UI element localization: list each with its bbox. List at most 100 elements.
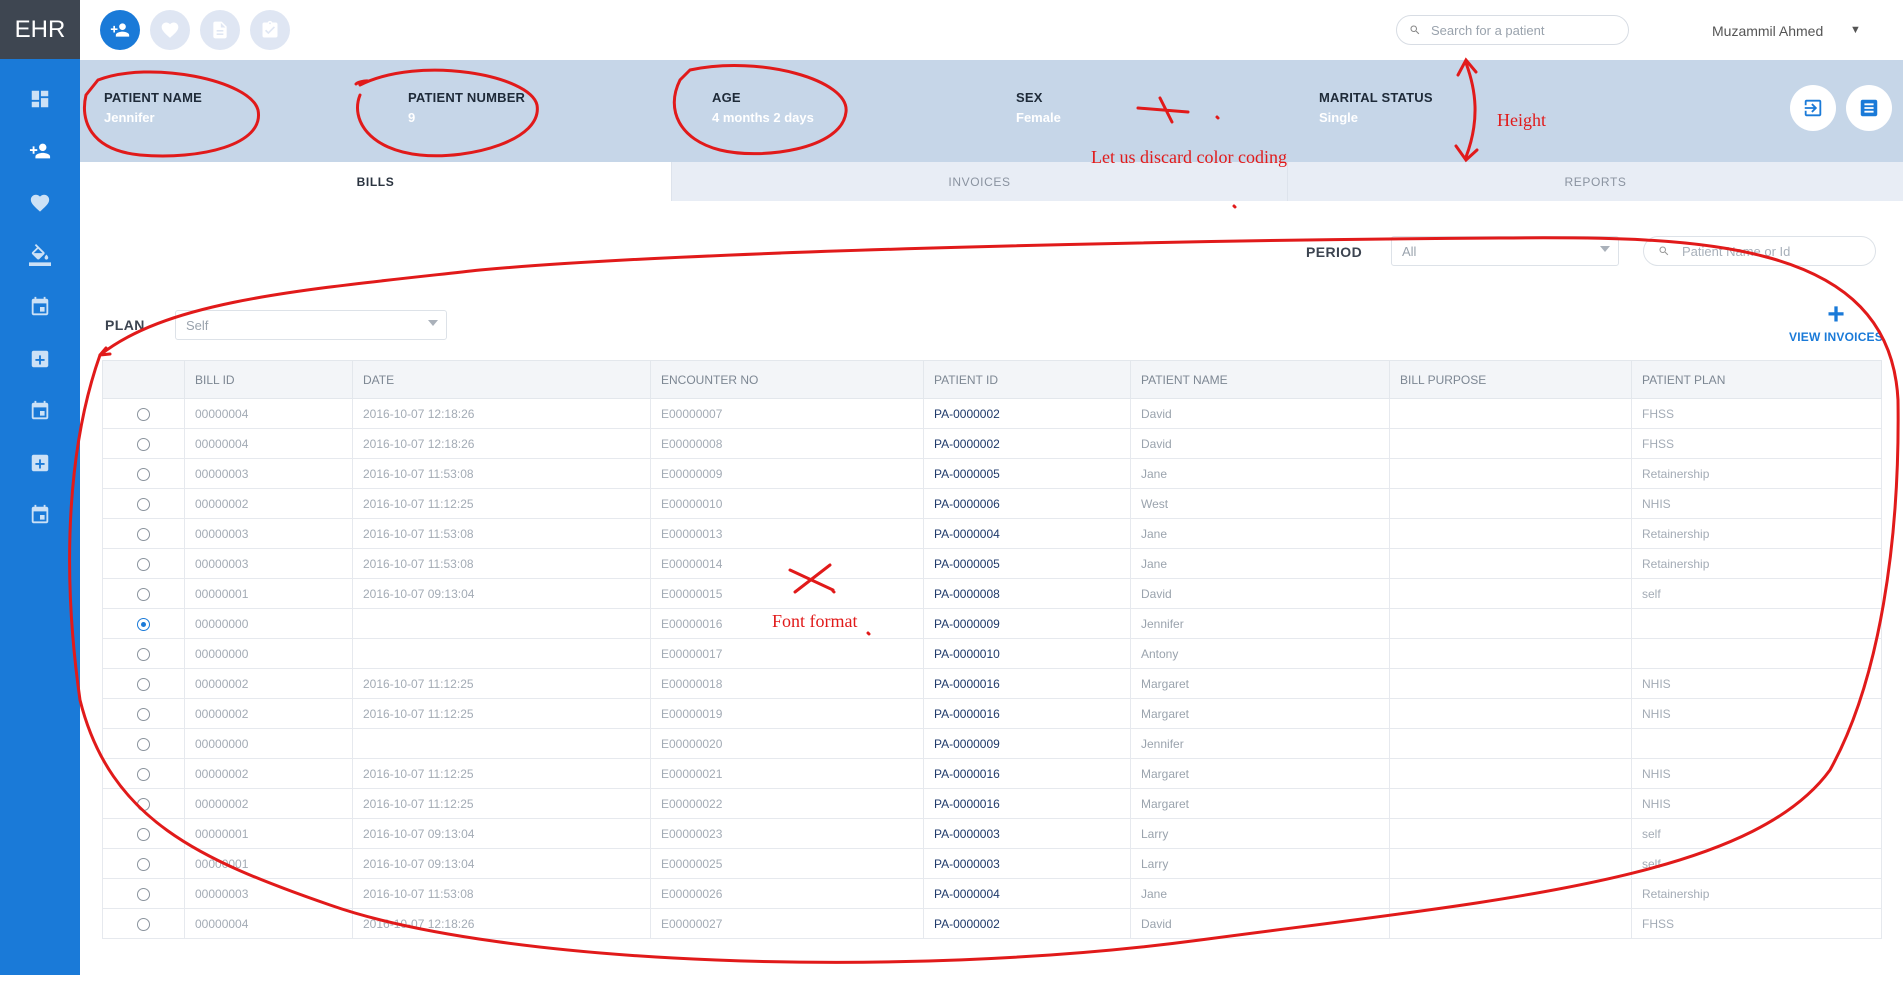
table-row[interactable]: 00000003 2016-10-07 11:53:08 E00000026 PA-0… (102, 878, 1882, 909)
view-invoices-button[interactable]: + VIEW INVOICES (1788, 300, 1884, 345)
patient-plan-cell: NHIS (1631, 668, 1882, 699)
table-row[interactable]: 00000002 2016-10-07 11:12:25 E00000010 PA-0… (102, 488, 1882, 519)
table-row[interactable]: 00000000 E00000016 PA-0000009 Jennifer (102, 608, 1882, 639)
sidebar-item-hospital-2[interactable] (0, 437, 80, 489)
table-row[interactable]: 00000000 E00000017 PA-0000010 Antony (102, 638, 1882, 669)
column-header[interactable]: PATIENT NAME (1130, 360, 1390, 399)
column-header[interactable]: BILL ID (184, 360, 353, 399)
patient-name-cell: David (1130, 578, 1390, 609)
table-row[interactable]: 00000004 2016-10-07 12:18:26 E00000027 PA-0… (102, 908, 1882, 939)
patient-id-cell: PA-0000005 (923, 548, 1131, 579)
table-row[interactable]: 00000001 2016-10-07 09:13:04 E00000025 PA-0… (102, 848, 1882, 879)
period-select[interactable]: All (1391, 236, 1619, 266)
chevron-down-icon (1600, 246, 1610, 252)
row-select-radio[interactable] (137, 767, 150, 781)
row-select-radio[interactable] (137, 857, 150, 871)
plan-select[interactable]: Self (175, 310, 447, 340)
table-row[interactable]: 00000003 2016-10-07 11:53:08 E00000013 PA-0… (102, 518, 1882, 549)
table-row[interactable]: 00000004 2016-10-07 12:18:26 E00000008 PA-0… (102, 428, 1882, 459)
table-row[interactable]: 00000003 2016-10-07 11:53:08 E00000009 PA-0… (102, 458, 1882, 489)
row-select-radio[interactable] (137, 467, 150, 481)
column-header-select (102, 360, 185, 399)
row-select-radio[interactable] (137, 617, 150, 631)
sidebar-item-calendar-2[interactable] (0, 385, 80, 437)
add-patient-icon (110, 23, 130, 37)
encounter-cell: E00000009 (650, 458, 924, 489)
column-header[interactable]: ENCOUNTER NO (650, 360, 924, 399)
table-row[interactable]: 00000002 2016-10-07 11:12:25 E00000019 PA-0… (102, 698, 1882, 729)
sidebar-item-add-patient[interactable] (0, 125, 80, 177)
row-select-radio[interactable] (137, 887, 150, 901)
column-header[interactable]: DATE (352, 360, 651, 399)
row-select-cell (102, 668, 185, 699)
sidebar-item-dashboard[interactable] (0, 73, 80, 125)
table-row[interactable]: 00000003 2016-10-07 11:53:08 E00000014 PA-0… (102, 548, 1882, 579)
bill-id-cell: 00000003 (184, 878, 353, 909)
document-button[interactable] (200, 10, 240, 50)
patient-name-search[interactable] (1643, 236, 1876, 266)
tab-bills[interactable]: BILLS (80, 162, 671, 201)
row-select-radio[interactable] (137, 797, 150, 811)
row-select-radio[interactable] (137, 407, 150, 421)
tab-reports[interactable]: REPORTS (1287, 162, 1903, 201)
patient-id-cell: PA-0000016 (923, 698, 1131, 729)
checklist-button[interactable] (250, 10, 290, 50)
row-select-radio[interactable] (137, 437, 150, 451)
patient-plan-cell (1631, 638, 1882, 669)
notes-button[interactable] (1846, 85, 1892, 131)
column-header[interactable]: PATIENT ID (923, 360, 1131, 399)
table-row[interactable]: 00000004 2016-10-07 12:18:26 E00000007 PA-0… (102, 398, 1882, 429)
sidebar-item-calendar-1[interactable] (0, 281, 80, 333)
sex-field: SEX Female (1016, 90, 1061, 125)
health-button[interactable] (150, 10, 190, 50)
bill-id-cell: 00000003 (184, 548, 353, 579)
exit-button[interactable] (1790, 85, 1836, 131)
patient-name-search-input[interactable] (1682, 243, 1862, 259)
patient-name-cell: David (1130, 398, 1390, 429)
patient-search[interactable] (1396, 15, 1629, 45)
patient-banner: PATIENT NAME Jennifer PATIENT NUMBER 9 A… (80, 60, 1903, 162)
patient-id-cell: PA-0000002 (923, 428, 1131, 459)
sidebar-item-calendar-3[interactable] (0, 489, 80, 541)
row-select-radio[interactable] (137, 677, 150, 691)
patient-id-cell: PA-0000009 (923, 608, 1131, 639)
column-header[interactable]: PATIENT PLAN (1631, 360, 1882, 399)
row-select-cell (102, 398, 185, 429)
row-select-radio[interactable] (137, 827, 150, 841)
row-select-radio[interactable] (137, 707, 150, 721)
patient-search-input[interactable] (1431, 22, 1611, 38)
row-select-radio[interactable] (137, 527, 150, 541)
table-row[interactable]: 00000002 2016-10-07 11:12:25 E00000022 PA-0… (102, 788, 1882, 819)
row-select-radio[interactable] (137, 737, 150, 751)
sidebar-item-health[interactable] (0, 177, 80, 229)
patient-id-cell: PA-0000016 (923, 788, 1131, 819)
row-select-radio[interactable] (137, 557, 150, 571)
patient-name-cell: Margaret (1130, 698, 1390, 729)
bill-purpose-cell (1389, 758, 1632, 789)
age-field: AGE 4 months 2 days (712, 90, 814, 125)
add-patient-button[interactable] (100, 10, 140, 50)
table-row[interactable]: 00000001 2016-10-07 09:13:04 E00000023 PA-0… (102, 818, 1882, 849)
table-row[interactable]: 00000002 2016-10-07 11:12:25 E00000018 PA-0… (102, 668, 1882, 699)
row-select-radio[interactable] (137, 917, 150, 931)
encounter-cell: E00000019 (650, 698, 924, 729)
patient-id-cell: PA-0000004 (923, 518, 1131, 549)
user-menu-name[interactable]: Muzammil Ahmed (1712, 23, 1823, 39)
encounter-cell: E00000007 (650, 398, 924, 429)
chevron-down-icon[interactable]: ▼ (1850, 24, 1861, 36)
row-select-radio[interactable] (137, 647, 150, 661)
table-row[interactable]: 00000000 E00000020 PA-0000009 Jennifer (102, 728, 1882, 759)
sidebar-item-hospital-1[interactable] (0, 333, 80, 385)
calendar-icon (31, 400, 49, 420)
table-row[interactable]: 00000001 2016-10-07 09:13:04 E00000015 PA-0… (102, 578, 1882, 609)
row-select-radio[interactable] (137, 497, 150, 511)
row-select-cell (102, 818, 185, 849)
table-row[interactable]: 00000002 2016-10-07 11:12:25 E00000021 PA-0… (102, 758, 1882, 789)
bill-purpose-cell (1389, 608, 1632, 639)
sidebar-item-fill[interactable] (0, 229, 80, 281)
app-logo[interactable]: EHR (0, 0, 80, 59)
encounter-cell: E00000022 (650, 788, 924, 819)
row-select-radio[interactable] (137, 587, 150, 601)
column-header[interactable]: BILL PURPOSE (1389, 360, 1632, 399)
row-select-cell (102, 428, 185, 459)
